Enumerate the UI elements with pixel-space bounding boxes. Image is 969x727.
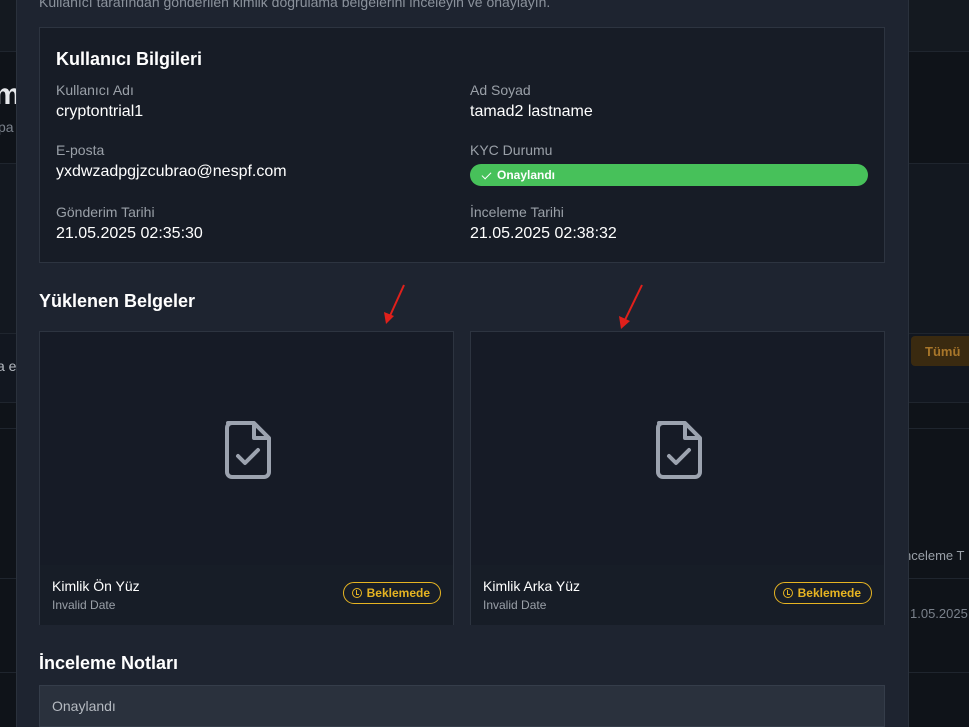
background-row-date: 1.05.2025 bbox=[910, 606, 968, 621]
email-label: E-posta bbox=[56, 142, 105, 158]
file-check-icon bbox=[225, 421, 271, 479]
annotation-arrow-icon bbox=[384, 284, 405, 324]
document-status-badge: Beklemede bbox=[342, 582, 441, 604]
username-label: Kullanıcı Adı bbox=[56, 82, 134, 98]
reviewed-date-label: İnceleme Tarihi bbox=[470, 204, 564, 220]
document-footer: Kimlik Arka Yüz Invalid Date Beklemede bbox=[471, 565, 884, 625]
review-notes-field[interactable]: Onaylandı bbox=[39, 685, 885, 727]
file-check-icon bbox=[656, 421, 702, 479]
kyc-status-badge: Onaylandı bbox=[470, 164, 868, 186]
document-date: Invalid Date bbox=[52, 598, 116, 612]
clock-icon bbox=[782, 588, 793, 598]
email-value: yxdwzadpgjzcubrao@nespf.com bbox=[56, 163, 287, 180]
background-page-subtitle: pa bbox=[0, 119, 14, 135]
kyc-status-text: Onaylandı bbox=[497, 168, 556, 182]
document-card-front[interactable]: Kimlik Ön Yüz Invalid Date Beklemede bbox=[39, 331, 454, 625]
modal-description: Kullanıcı tarafından gönderilen kimlik d… bbox=[39, 0, 551, 10]
document-name: Kimlik Arka Yüz bbox=[483, 578, 580, 594]
fullname-value: tamad2 lastname bbox=[470, 103, 593, 120]
user-info-card: Kullanıcı Bilgileri Kullanıcı Adı crypto… bbox=[39, 27, 885, 263]
document-status-badge: Beklemede bbox=[773, 582, 872, 604]
submitted-date-label: Gönderim Tarihi bbox=[56, 204, 155, 220]
kyc-status-label: KYC Durumu bbox=[470, 142, 553, 158]
review-notes-title: İnceleme Notları bbox=[39, 653, 179, 673]
fullname-label: Ad Soyad bbox=[470, 82, 531, 98]
submitted-date-value: 21.05.2025 02:35:30 bbox=[56, 225, 203, 242]
user-info-title: Kullanıcı Bilgileri bbox=[56, 49, 203, 69]
reviewed-date-value: 21.05.2025 02:38:32 bbox=[470, 225, 617, 242]
username-value: cryptontrial1 bbox=[56, 103, 144, 120]
document-name: Kimlik Ön Yüz bbox=[52, 578, 140, 594]
document-preview[interactable] bbox=[471, 332, 884, 565]
document-status-text: Beklemede bbox=[366, 586, 430, 600]
background-column-header: nceleme T bbox=[904, 548, 965, 563]
clock-icon bbox=[351, 588, 362, 598]
document-footer: Kimlik Ön Yüz Invalid Date Beklemede bbox=[40, 565, 453, 625]
annotation-arrow-icon bbox=[619, 284, 643, 329]
documents-title: Yüklenen Belgeler bbox=[39, 291, 196, 311]
background-filter-all-button[interactable]: Tümü bbox=[911, 336, 969, 366]
document-status-text: Beklemede bbox=[797, 586, 861, 600]
background-filter-text: a e bbox=[0, 358, 17, 374]
document-date: Invalid Date bbox=[483, 598, 547, 612]
check-icon bbox=[481, 169, 492, 180]
document-preview[interactable] bbox=[40, 332, 453, 565]
document-card-back[interactable]: Kimlik Arka Yüz Invalid Date Beklemede bbox=[470, 331, 885, 625]
